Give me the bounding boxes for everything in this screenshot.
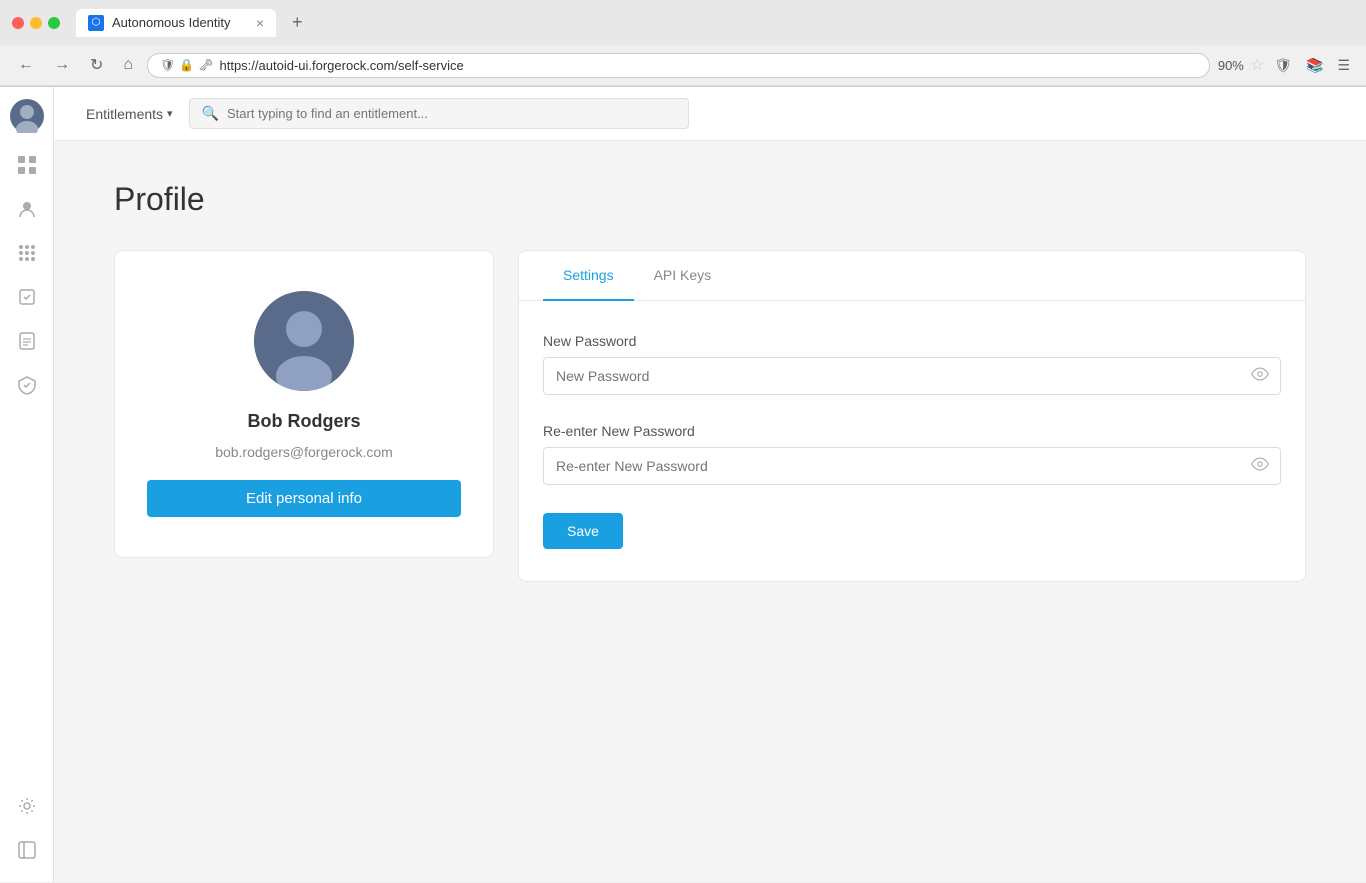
- confirm-password-wrapper: [543, 447, 1281, 485]
- sidebar-item-apps[interactable]: [7, 233, 47, 273]
- confirm-password-label: Re-enter New Password: [543, 423, 1281, 439]
- collapse-icon: [17, 840, 37, 860]
- edit-personal-info-button[interactable]: Edit personal info: [147, 480, 461, 517]
- search-input[interactable]: [227, 106, 676, 121]
- user-avatar[interactable]: [10, 99, 44, 133]
- url-text: https://autoid-ui.forgerock.com/self-ser…: [220, 58, 1197, 73]
- new-password-input[interactable]: [543, 357, 1281, 395]
- new-tab-button[interactable]: +: [284, 8, 311, 37]
- tab-title: Autonomous Identity: [112, 15, 231, 30]
- address-bar[interactable]: 🛡 🔒 🗝 https://autoid-ui.forgerock.com/se…: [147, 53, 1210, 78]
- avatar-image: [254, 291, 354, 391]
- settings-panel: Settings API Keys New Password: [518, 250, 1306, 582]
- refresh-button[interactable]: ↻: [84, 51, 109, 79]
- settings-icon: [17, 796, 37, 816]
- confirm-password-input[interactable]: [543, 447, 1281, 485]
- sidebar-item-tasks[interactable]: [7, 277, 47, 317]
- tab-favicon: [88, 15, 104, 31]
- dropdown-arrow-icon: ▾: [167, 107, 173, 120]
- library-button[interactable]: 📚: [1302, 53, 1327, 78]
- users-icon: [17, 199, 37, 219]
- reports-icon: [17, 331, 37, 351]
- dashboard-icon: [17, 155, 37, 175]
- back-button[interactable]: ←: [12, 52, 40, 78]
- profile-layout: Bob Rodgers bob.rodgers@forgerock.com Ed…: [114, 250, 1306, 582]
- bookmark-button[interactable]: ☆: [1250, 55, 1264, 75]
- sidebar-item-reports[interactable]: [7, 321, 47, 361]
- browser-tab[interactable]: Autonomous Identity ×: [76, 9, 276, 37]
- page-content: Profile Bob Rodgers bob.rodgers@forgeroc…: [54, 141, 1366, 882]
- app-sidebar: [0, 87, 54, 882]
- user-name: Bob Rodgers: [247, 411, 360, 432]
- tab-content-settings: New Password: [519, 301, 1305, 581]
- tab-api-keys[interactable]: API Keys: [634, 251, 732, 301]
- new-password-group: New Password: [543, 333, 1281, 395]
- tasks-icon: [17, 287, 37, 307]
- home-button[interactable]: ⌂: [117, 52, 139, 78]
- close-button[interactable]: [12, 17, 24, 29]
- sidebar-item-settings[interactable]: [7, 786, 47, 826]
- profile-avatar: [254, 291, 354, 391]
- sidebar-item-audit[interactable]: [7, 365, 47, 405]
- new-password-wrapper: [543, 357, 1281, 395]
- zoom-level[interactable]: 90%: [1218, 58, 1244, 73]
- app-topnav: Entitlements ▾ 🔍: [54, 87, 1366, 141]
- main-content: Entitlements ▾ 🔍 Profile: [54, 87, 1366, 882]
- window-controls: [12, 17, 60, 29]
- key-icon: 🗝: [198, 58, 213, 72]
- new-password-label: New Password: [543, 333, 1281, 349]
- apps-icon: [17, 243, 37, 263]
- menu-button[interactable]: ☰: [1333, 53, 1354, 78]
- address-security-icons: 🛡 🔒 🗝: [160, 58, 213, 72]
- minimize-button[interactable]: [30, 17, 42, 29]
- profile-card: Bob Rodgers bob.rodgers@forgerock.com Ed…: [114, 250, 494, 558]
- confirm-password-group: Re-enter New Password: [543, 423, 1281, 485]
- sidebar-item-users[interactable]: [7, 189, 47, 229]
- user-email: bob.rodgers@forgerock.com: [215, 444, 393, 460]
- forward-button[interactable]: →: [48, 52, 76, 78]
- entitlements-dropdown[interactable]: Entitlements ▾: [78, 100, 181, 128]
- search-bar[interactable]: 🔍: [189, 98, 689, 129]
- save-button[interactable]: Save: [543, 513, 623, 549]
- page-title: Profile: [114, 181, 1306, 218]
- confirm-password-toggle-icon[interactable]: [1251, 455, 1269, 478]
- audit-icon: [17, 375, 37, 395]
- tab-settings[interactable]: Settings: [543, 251, 634, 301]
- new-password-toggle-icon[interactable]: [1251, 365, 1269, 388]
- entitlements-label: Entitlements: [86, 106, 163, 122]
- browser-navbar: ← → ↻ ⌂ 🛡 🔒 🗝 https://autoid-ui.forgeroc…: [0, 45, 1366, 86]
- sidebar-item-dashboard[interactable]: [7, 145, 47, 185]
- search-icon: 🔍: [202, 105, 219, 122]
- shield-icon: 🛡: [160, 58, 175, 72]
- tabs-header: Settings API Keys: [519, 251, 1305, 301]
- nav-right-controls: 90% ☆ 🛡 📚 ☰: [1218, 53, 1354, 78]
- shield-nav-button[interactable]: 🛡: [1270, 53, 1296, 78]
- sidebar-item-collapse[interactable]: [7, 830, 47, 870]
- maximize-button[interactable]: [48, 17, 60, 29]
- tab-close-button[interactable]: ×: [256, 15, 264, 31]
- lock-icon: 🔒: [179, 58, 194, 72]
- avatar-svg: [10, 99, 44, 133]
